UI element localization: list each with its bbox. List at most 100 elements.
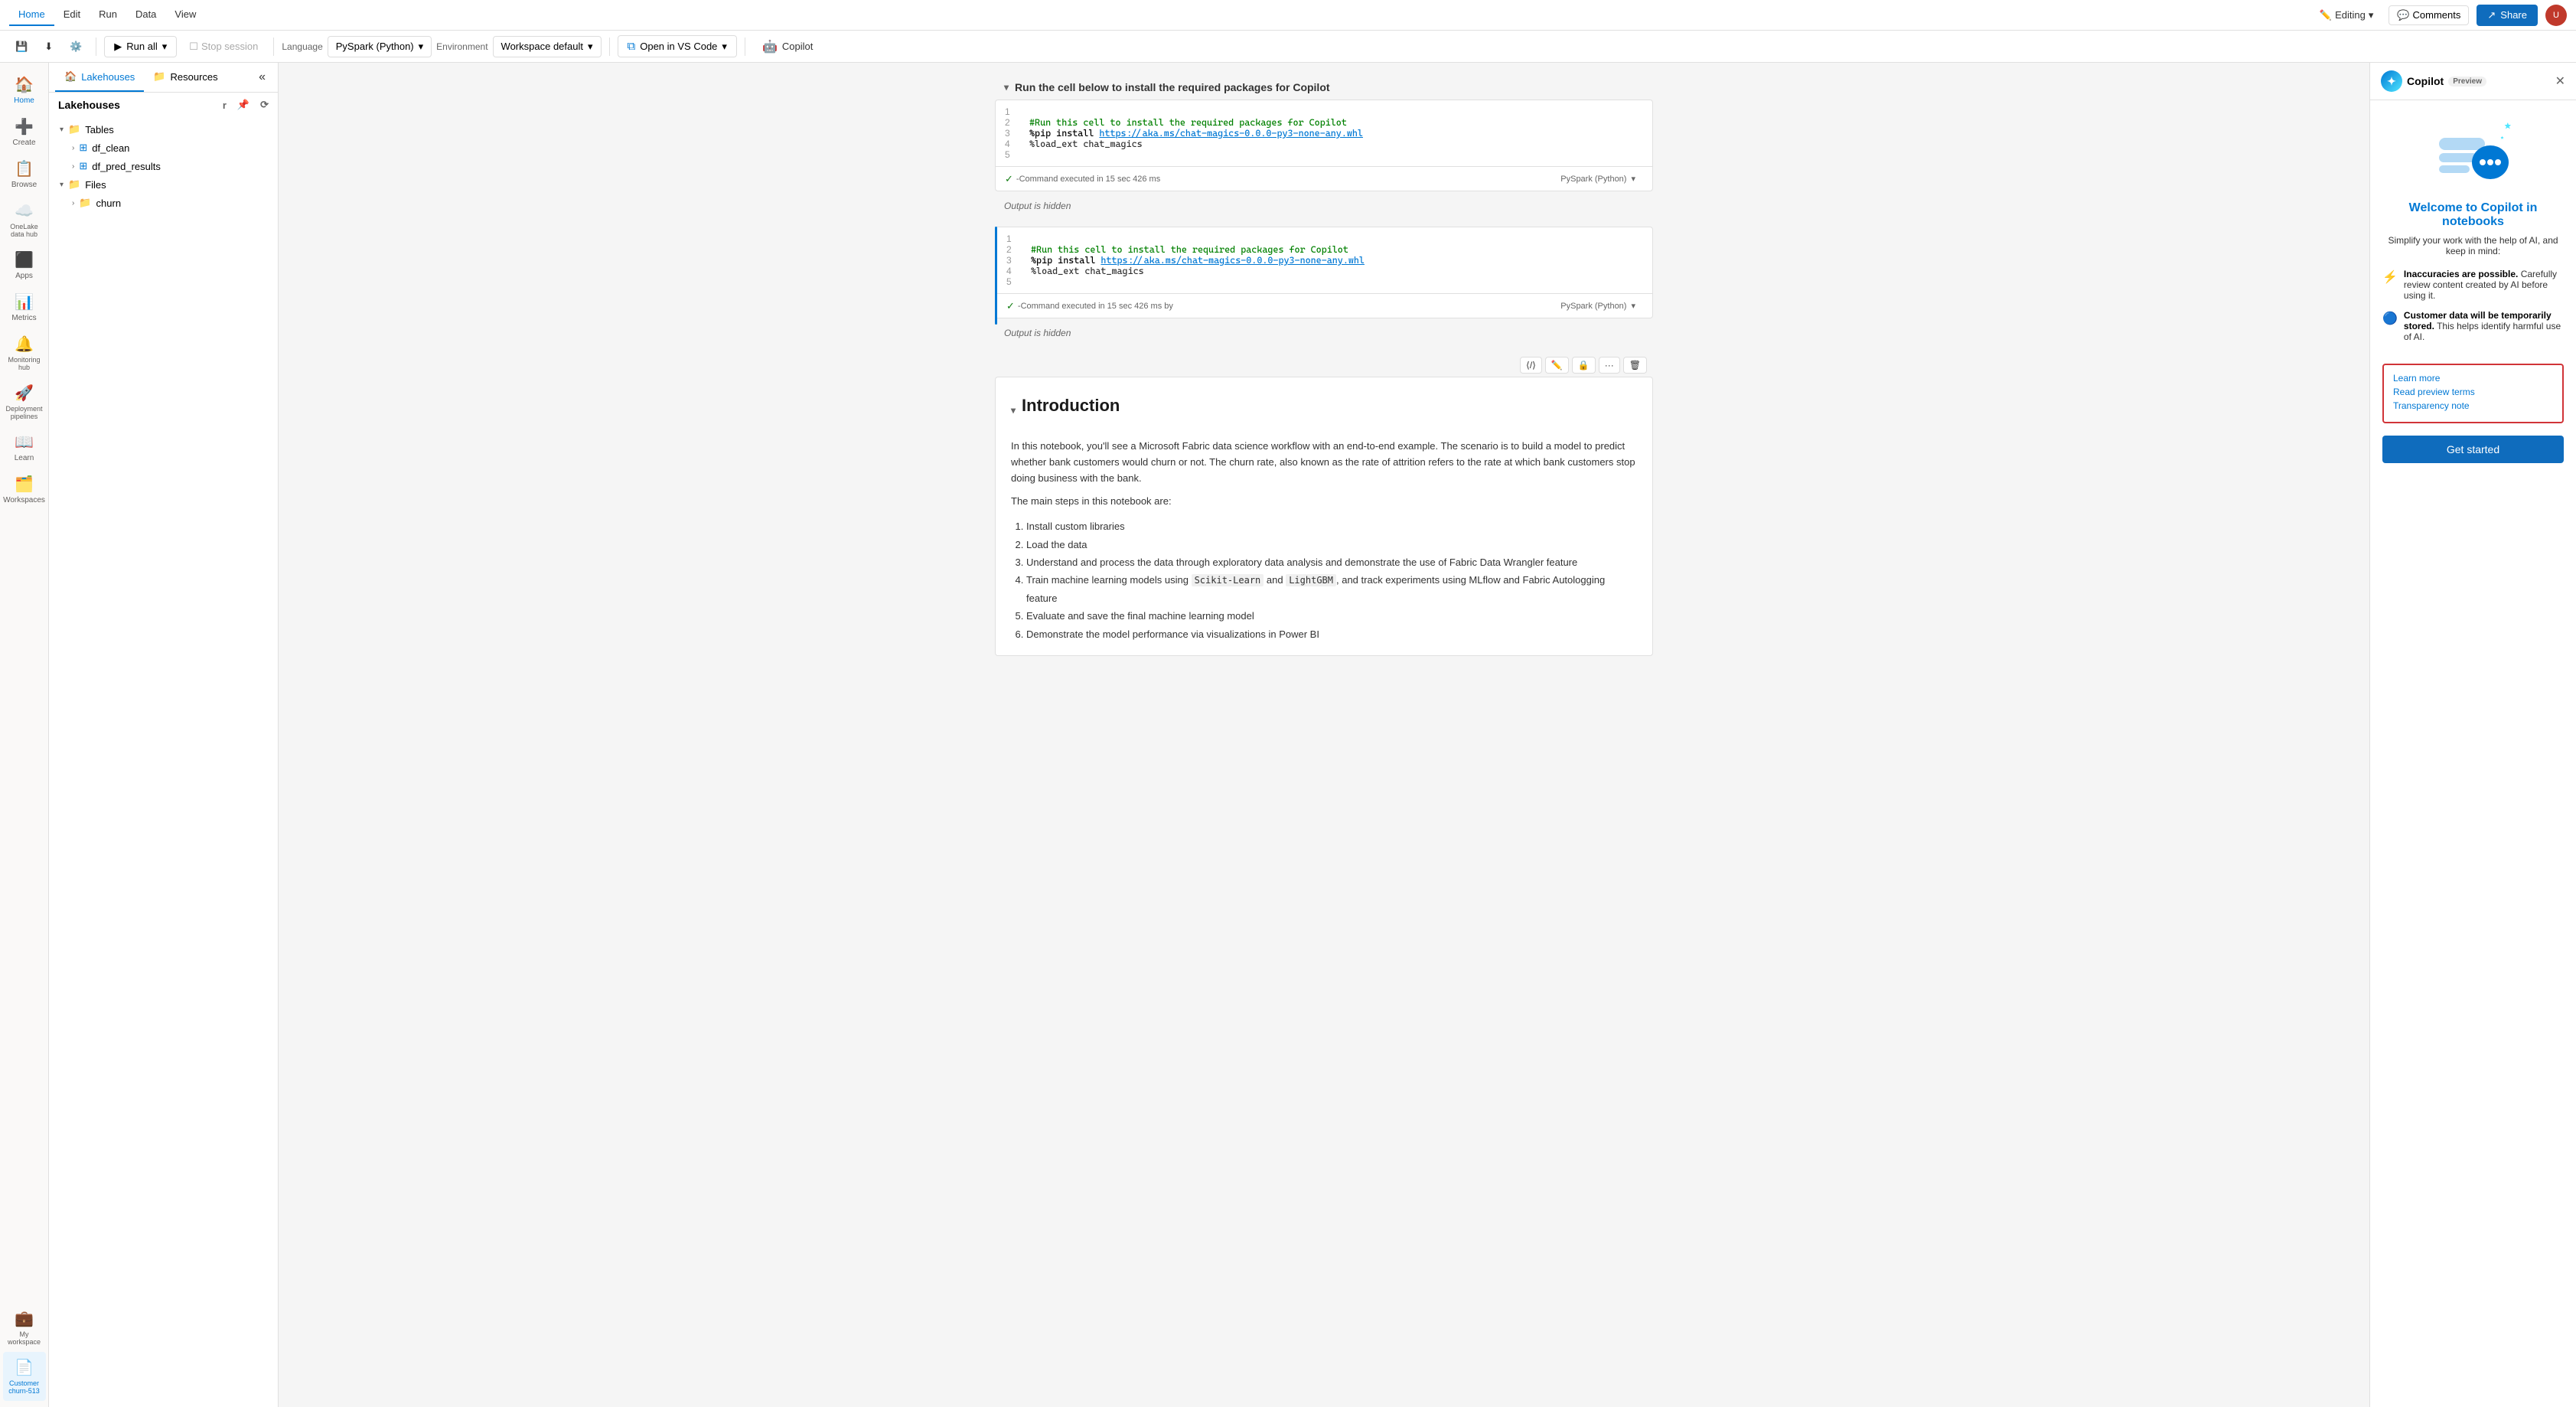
copilot-illustration <box>2435 120 2512 189</box>
nav-edit[interactable]: Edit <box>54 4 90 26</box>
output-hidden-2: Output is hidden <box>995 325 1653 341</box>
sidebar-item-home[interactable]: 🏠 Home <box>3 69 46 111</box>
code-line-1-1 <box>1029 106 1643 117</box>
editing-button[interactable]: ✏️ Editing ▾ <box>2312 6 2381 24</box>
sidebar-item-workspaces[interactable]: 🗂️ Workspaces <box>3 468 46 511</box>
nav-view[interactable]: View <box>165 4 205 26</box>
chevron-down-icon: ▾ <box>419 41 424 53</box>
copilot-close-button[interactable]: ✕ <box>2555 73 2565 89</box>
sidebar-label-deployment: Deployment pipelines <box>5 405 42 420</box>
tree-churn[interactable]: › 📁 churn <box>67 194 272 212</box>
open-vscode-button[interactable]: ⧉ Open in VS Code ▾ <box>618 35 737 57</box>
tree-df-clean[interactable]: › ⊞ df_clean <box>67 139 272 157</box>
copilot-toolbar-button[interactable]: 🤖 Copilot <box>753 35 822 58</box>
code-line-1-3: %pip install https://aka.ms/chat-magics-… <box>1029 128 1643 139</box>
sidebar-label-monitoring: Monitoring hub <box>6 356 43 371</box>
chevron-right-icon: › <box>72 144 74 152</box>
cell-header-1[interactable]: ▾ Run the cell below to install the requ… <box>995 75 1653 100</box>
intro-text-2: The main steps in this notebook are: <box>1011 494 1637 510</box>
edit-action-button[interactable]: ✏️ <box>1545 357 1569 374</box>
copilot-logo: ✦ <box>2381 70 2402 92</box>
cell-lang-selector-1[interactable]: PySpark (Python) ▾ <box>1553 170 1643 188</box>
preview-terms-link[interactable]: Read preview terms <box>2393 387 2553 397</box>
tree-df-pred-results[interactable]: › ⊞ df_pred_results <box>67 157 272 175</box>
cell-lang-selector-2[interactable]: PySpark (Python) ▾ <box>1553 297 1643 315</box>
nav-home[interactable]: Home <box>9 4 54 26</box>
file-panel-header: Lakehouses r 📌 ⟳ <box>49 93 278 117</box>
sidebar-item-apps[interactable]: ⬛ Apps <box>3 244 46 286</box>
get-started-button[interactable]: Get started <box>2382 436 2564 463</box>
copilot-panel: ✦ Copilot Preview ✕ <box>2369 63 2576 1407</box>
pencil-icon: ✏️ <box>2320 9 2332 21</box>
main-layout: 🏠 Home ➕ Create 📋 Browse ☁️ OneLake data… <box>0 63 2576 1407</box>
refresh-icon[interactable]: ⟳ <box>260 99 269 111</box>
cell-footer-1: ✓ -Command executed in 15 sec 426 ms PyS… <box>996 166 1652 191</box>
sidebar-item-metrics[interactable]: 📊 Metrics <box>3 286 46 328</box>
sidebar-item-monitoring[interactable]: 🔔 Monitoring hub <box>3 328 46 377</box>
lightgbm-code: LightGBM <box>1286 574 1336 586</box>
autosave-button[interactable]: 💾 <box>9 37 34 57</box>
file-panel: 🏠 Lakehouses 📁 Resources « Lakehouses r … <box>49 63 279 1407</box>
learn-more-link[interactable]: Learn more <box>2393 373 2553 384</box>
more-action-button[interactable]: ··· <box>1599 357 1620 374</box>
lakehouse-tab-label: Lakehouses <box>81 71 135 83</box>
cell-lang-value-1: PySpark (Python) <box>1560 175 1626 184</box>
editing-label: Editing <box>2335 9 2366 21</box>
sidebar-item-customer[interactable]: 📄 Customer churn-513 <box>3 1352 46 1401</box>
nav-run[interactable]: Run <box>90 4 126 26</box>
sidebar-item-deployment[interactable]: 🚀 Deployment pipelines <box>3 377 46 426</box>
code-action-button[interactable]: ⟨/⟩ <box>1520 357 1542 374</box>
environment-selector[interactable]: Workspace default ▾ <box>493 36 602 57</box>
settings-button[interactable]: ⚙️ <box>64 37 88 57</box>
top-bar-left: Home Edit Run Data View <box>9 4 2312 26</box>
sidebar-item-browse[interactable]: 📋 Browse <box>3 153 46 195</box>
learn-icon: 📖 <box>15 433 34 452</box>
sidebar-item-learn[interactable]: 📖 Learn <box>3 426 46 468</box>
workspaces-icon: 🗂️ <box>15 475 34 494</box>
left-sidebar: 🏠 Home ➕ Create 📋 Browse ☁️ OneLake data… <box>0 63 49 1407</box>
table-icon: ⊞ <box>79 142 87 154</box>
cell-2-container: 1 2#Run this cell to install the require… <box>995 227 1653 325</box>
intro-header[interactable]: ▾ Introduction <box>1011 390 1637 431</box>
tree-files-group[interactable]: ▾ 📁 Files <box>55 175 272 194</box>
sidebar-item-myworkspace[interactable]: 💼 My workspace <box>3 1303 46 1352</box>
chevron-down-icon: ▾ <box>60 126 64 134</box>
avatar[interactable]: U <box>2545 5 2567 26</box>
step-2: Load the data <box>1026 536 1637 553</box>
comment-icon: 💬 <box>2397 9 2409 21</box>
sidebar-item-onelake[interactable]: ☁️ OneLake data hub <box>3 195 46 244</box>
lock-action-button[interactable]: 🔒 <box>1572 357 1596 374</box>
stop-session-label: Stop session <box>201 41 258 52</box>
sidebar-item-create[interactable]: ➕ Create <box>3 111 46 153</box>
line-num-2-2: 2 <box>1006 244 1022 255</box>
search-filter-input[interactable]: r <box>223 100 227 111</box>
file-tab-lakehouses[interactable]: 🏠 Lakehouses <box>55 63 144 92</box>
comments-button[interactable]: 💬 Comments <box>2389 5 2469 25</box>
run-all-button[interactable]: ▶ Run all ▾ <box>104 36 177 57</box>
transparency-note-link[interactable]: Transparency note <box>2393 400 2553 411</box>
delete-action-button[interactable]: 🗑 <box>1623 357 1647 374</box>
create-icon: ➕ <box>15 117 34 136</box>
stop-session-button[interactable]: ☐ Stop session <box>181 37 266 57</box>
file-tab-resources[interactable]: 📁 Resources <box>144 63 227 92</box>
collapse-panel-button[interactable]: « <box>253 67 272 88</box>
language-selector[interactable]: PySpark (Python) ▾ <box>328 36 432 57</box>
chevron-down-icon: ▾ <box>162 41 168 53</box>
code-cell-2: 1 2#Run this cell to install the require… <box>997 227 1653 318</box>
download-button[interactable]: ⬇ <box>38 37 59 57</box>
run-all-label: Run all <box>126 41 157 52</box>
code-cell-body-2: 1 2#Run this cell to install the require… <box>997 227 1652 293</box>
tree-tables-group[interactable]: ▾ 📁 Tables <box>55 120 272 139</box>
line-num-1-2: 2 <box>1005 117 1020 128</box>
metrics-icon: 📊 <box>15 292 34 312</box>
cell-group-1: ▾ Run the cell below to install the requ… <box>995 75 1653 214</box>
toolbar-separator-3 <box>609 38 610 56</box>
nav-data[interactable]: Data <box>126 4 165 26</box>
df-pred-results-label: df_pred_results <box>92 161 161 172</box>
share-button[interactable]: ↗ Share <box>2477 5 2538 26</box>
pin-icon[interactable]: 📌 <box>237 99 249 111</box>
copilot-bullet-1: ⚡ Inaccuracies are possible. Carefully r… <box>2382 269 2564 301</box>
status-check-icon-2: ✓ <box>1006 300 1015 312</box>
copilot-logo-icon: ✦ <box>2387 75 2396 88</box>
intro-expand-icon: ▾ <box>1011 405 1016 416</box>
